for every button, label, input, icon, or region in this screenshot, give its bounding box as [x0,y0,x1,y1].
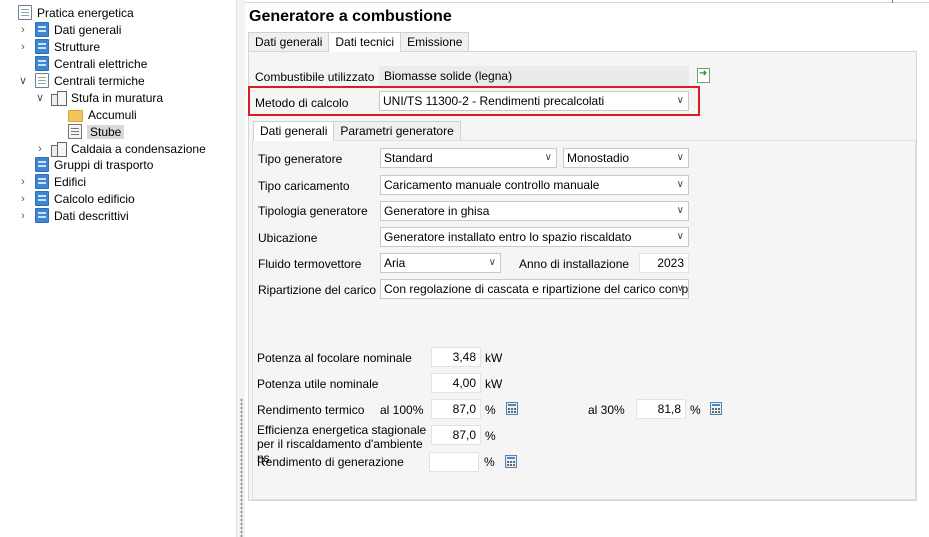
tree-item-dati-descrittivi[interactable]: Dati descrittivi [35,207,129,224]
subtab-parametri-generatore[interactable]: Parametri generatore [333,121,461,140]
potenza-utile-unit: kW [485,377,503,391]
rendimento-generazione-unit: % [484,455,495,469]
chevron-down-icon: ∨ [676,205,684,216]
calculator-icon[interactable] [505,455,517,468]
fluido-select[interactable]: Aria ∨ [380,253,501,273]
blue-sheet-icon [35,208,49,223]
al100-input[interactable]: 87,0 [431,399,481,419]
chevron-right-icon[interactable]: › [18,173,28,190]
al100-unit: % [485,403,496,417]
top-divider [245,0,929,3]
tree-item-pratica-energetica[interactable]: Pratica energetica [18,4,134,21]
tree-item-dati-generali[interactable]: Dati generali [35,21,121,38]
ubicazione-select[interactable]: Generatore installato entro lo spazio ri… [380,227,689,247]
top-marker [892,0,893,3]
chevron-down-icon: ∨ [544,152,552,163]
rendimento-termico-label: Rendimento termico [257,403,365,417]
tree-item-strutture[interactable]: Strutture [35,38,100,55]
panel-splitter[interactable] [236,0,245,537]
tree-item-centrali-elettriche[interactable]: Centrali elettriche [35,55,147,72]
chevron-down-icon[interactable]: ∨ [35,89,45,106]
potenza-focolare-input[interactable]: 3,48 [431,347,481,367]
chevron-right-icon[interactable]: › [18,38,28,55]
chevron-right-icon[interactable]: › [18,207,28,224]
tab-dati-tecnici[interactable]: Dati tecnici [328,32,402,52]
main-panel: Generatore a combustione Dati generali D… [245,0,929,537]
potenza-utile-input[interactable]: 4,00 [431,373,481,393]
document-icon [18,5,32,20]
al100-label: al 100% [380,403,424,417]
ubicazione-label: Ubicazione [258,231,318,245]
metodo-label: Metodo di calcolo [255,96,349,110]
calculator-icon[interactable] [710,402,722,415]
boiler-icon [51,141,67,157]
tipo-caricamento-select[interactable]: Caricamento manuale controllo manuale ∨ [380,175,689,195]
splitter-grip[interactable] [240,398,243,537]
tree-item-centrali-termiche[interactable]: Centrali termiche [35,72,145,89]
page-title: Generatore a combustione [249,8,452,25]
combustibile-label: Combustibile utilizzato [255,70,375,84]
tree-item-accumuli[interactable]: Accumuli [68,106,137,123]
chevron-down-icon[interactable]: ∨ [18,72,28,89]
chevron-down-icon: ∨ [676,283,684,294]
tree-item-caldaia-a-condensazione[interactable]: Caldaia a condensazione [51,140,206,157]
blue-sheet-icon [35,56,49,71]
sub-tabs: Dati generali Parametri generatore [253,121,461,141]
ripartizione-select[interactable]: Con regolazione di cascata e ripartizion… [380,279,689,299]
subtab-dati-generali[interactable]: Dati generali [253,121,335,141]
chevron-right-icon[interactable]: › [18,21,28,38]
tree-item-gruppi-di-trasporto[interactable]: Gruppi di trasporto [35,156,153,173]
blue-sheet-icon [35,174,49,189]
boiler-icon [51,90,67,106]
tree-item-edifici[interactable]: Edifici [35,173,86,190]
chevron-right-icon[interactable]: › [35,140,45,157]
document-icon [35,73,49,88]
rendimento-generazione-input[interactable] [429,452,479,472]
tree-item-stube[interactable]: Stube [68,123,125,140]
tree-item-stufa-in-muratura[interactable]: Stufa in muratura [51,89,163,106]
blue-sheet-icon [35,157,49,172]
tab-emissione[interactable]: Emissione [400,32,470,51]
rendimento-generazione-label: Rendimento di generazione [257,455,404,469]
blue-sheet-icon [35,22,49,37]
blue-sheet-icon [35,39,49,54]
ripartizione-label: Ripartizione del carico [258,283,377,297]
efficienza-input[interactable]: 87,0 [431,425,481,445]
potenza-focolare-label: Potenza al focolare nominale [257,351,412,365]
tree-item-calcolo-edificio[interactable]: Calcolo edificio [35,190,135,207]
al30-input[interactable]: 81,8 [636,399,686,419]
efficienza-unit: % [485,429,496,443]
export-icon[interactable] [697,68,710,83]
tipo-generatore-label: Tipo generatore [258,152,343,166]
al30-label: al 30% [588,403,625,417]
chevron-down-icon: ∨ [676,95,684,106]
chevron-down-icon: ∨ [676,231,684,242]
project-tree: Pratica energetica › Dati generali › Str… [0,0,236,537]
metodo-select[interactable]: UNI/TS 11300-2 - Rendimenti precalcolati… [379,91,689,111]
al30-unit: % [690,403,701,417]
tipologia-generatore-select[interactable]: Generatore in ghisa ∨ [380,201,689,221]
combustibile-value: Biomasse solide (legna) [379,66,689,86]
chevron-down-icon: ∨ [488,257,496,268]
chevron-down-icon: ∨ [676,152,684,163]
potenza-focolare-unit: kW [485,351,503,365]
tipo-caricamento-label: Tipo caricamento [258,179,350,193]
chevron-right-icon[interactable]: › [18,190,28,207]
chevron-down-icon: ∨ [676,179,684,190]
stadio-select[interactable]: Monostadio ∨ [563,148,689,168]
blue-sheet-icon [35,191,49,206]
tab-dati-generali[interactable]: Dati generali [248,32,330,51]
fluido-label: Fluido termovettore [258,257,362,271]
calculator-icon[interactable] [506,402,518,415]
folder-icon [68,109,83,122]
gray-sheet-icon [68,124,82,139]
anno-input[interactable]: 2023 [639,253,689,273]
tipologia-generatore-label: Tipologia generatore [258,204,368,218]
main-tabs: Dati generali Dati tecnici Emissione [248,32,470,52]
anno-label: Anno di installazione [519,257,630,271]
tipo-generatore-select[interactable]: Standard ∨ [380,148,557,168]
potenza-utile-label: Potenza utile nominale [257,377,379,391]
